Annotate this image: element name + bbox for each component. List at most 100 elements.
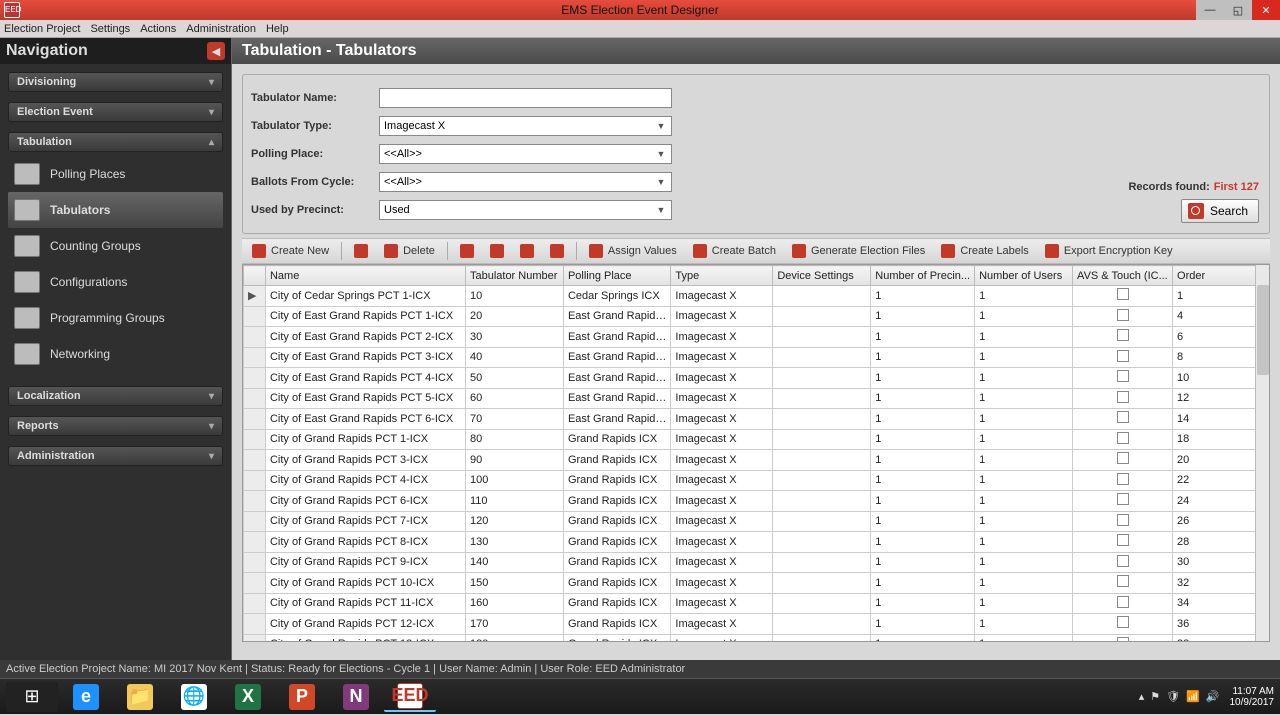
sort-alt-button[interactable] <box>544 240 570 262</box>
taskbar-powerpoint[interactable]: P <box>276 682 328 712</box>
checkbox-icon[interactable] <box>1117 391 1129 403</box>
taskbar-onenote[interactable]: N <box>330 682 382 712</box>
row-selector[interactable] <box>244 511 266 532</box>
checkbox-icon[interactable] <box>1117 411 1129 423</box>
assign-values-button[interactable]: Assign Values <box>583 240 683 262</box>
section-reports[interactable]: Reports▾ <box>8 416 223 436</box>
table-row[interactable]: City of Grand Rapids PCT 6-ICX110Grand R… <box>244 491 1269 512</box>
scrollbar-thumb[interactable] <box>1257 285 1269 375</box>
delete-button[interactable]: Delete <box>378 240 441 262</box>
table-row[interactable]: ▶City of Cedar Springs PCT 1-ICX10Cedar … <box>244 286 1269 307</box>
row-selector[interactable] <box>244 368 266 389</box>
cell-avs[interactable] <box>1073 491 1173 512</box>
export-encryption-key-button[interactable]: Export Encryption Key <box>1039 240 1179 262</box>
sidebar-item-polling-places[interactable]: Polling Places <box>8 156 223 192</box>
close-button[interactable]: ✕ <box>1252 0 1280 20</box>
section-administration[interactable]: Administration▾ <box>8 446 223 466</box>
row-selector[interactable] <box>244 614 266 635</box>
tabulator-name-input[interactable] <box>379 88 672 108</box>
sidebar-item-tabulators[interactable]: Tabulators <box>8 192 223 228</box>
menu-settings[interactable]: Settings <box>90 23 130 35</box>
taskbar-explorer[interactable]: 📁 <box>114 682 166 712</box>
taskbar-excel[interactable]: X <box>222 682 274 712</box>
polling-place-select[interactable]: <<All>>▼ <box>379 144 672 164</box>
col-tabulator-number[interactable]: Tabulator Number <box>465 266 563 286</box>
cell-avs[interactable] <box>1073 470 1173 491</box>
row-selector[interactable] <box>244 634 266 642</box>
checkbox-icon[interactable] <box>1117 575 1129 587</box>
menu-administration[interactable]: Administration <box>186 23 256 35</box>
menu-help[interactable]: Help <box>266 23 289 35</box>
sidebar-item-configurations[interactable]: Configurations <box>8 264 223 300</box>
checkbox-icon[interactable] <box>1117 555 1129 567</box>
tray-volume-icon[interactable]: 🔊 <box>1206 690 1220 703</box>
checkbox-icon[interactable] <box>1117 329 1129 341</box>
table-row[interactable]: City of Grand Rapids PCT 8-ICX130Grand R… <box>244 532 1269 553</box>
table-row[interactable]: City of Grand Rapids PCT 1-ICX80Grand Ra… <box>244 429 1269 450</box>
row-selector[interactable] <box>244 532 266 553</box>
sidebar-item-networking[interactable]: Networking <box>8 336 223 372</box>
grid-scrollbar[interactable] <box>1255 265 1269 641</box>
cell-avs[interactable] <box>1073 388 1173 409</box>
table-row[interactable]: City of East Grand Rapids PCT 6-ICX70Eas… <box>244 409 1269 430</box>
table-row[interactable]: City of East Grand Rapids PCT 1-ICX20Eas… <box>244 306 1269 327</box>
table-row[interactable]: City of East Grand Rapids PCT 5-ICX60Eas… <box>244 388 1269 409</box>
minimize-button[interactable]: — <box>1196 0 1224 20</box>
sidebar-item-counting-groups[interactable]: Counting Groups <box>8 228 223 264</box>
checkbox-icon[interactable] <box>1117 370 1129 382</box>
create-batch-button[interactable]: Create Batch <box>687 240 782 262</box>
col-avs-touch[interactable]: AVS & Touch (IC... <box>1073 266 1173 286</box>
table-row[interactable]: City of Grand Rapids PCT 3-ICX90Grand Ra… <box>244 450 1269 471</box>
menu-election-project[interactable]: Election Project <box>4 23 80 35</box>
row-selector[interactable] <box>244 306 266 327</box>
sort-button[interactable] <box>514 240 540 262</box>
table-row[interactable]: City of Grand Rapids PCT 4-ICX100Grand R… <box>244 470 1269 491</box>
table-row[interactable]: City of East Grand Rapids PCT 4-ICX50Eas… <box>244 368 1269 389</box>
col-selector[interactable] <box>244 266 266 286</box>
table-row[interactable]: City of Grand Rapids PCT 12-ICX170Grand … <box>244 614 1269 635</box>
col-type[interactable]: Type <box>671 266 773 286</box>
table-row[interactable]: City of East Grand Rapids PCT 2-ICX30Eas… <box>244 327 1269 348</box>
cell-avs[interactable] <box>1073 429 1173 450</box>
checkbox-icon[interactable] <box>1117 596 1129 608</box>
col-name[interactable]: Name <box>265 266 465 286</box>
checkbox-icon[interactable] <box>1117 493 1129 505</box>
row-selector[interactable] <box>244 409 266 430</box>
taskbar-clock[interactable]: 11:07 AM 10/9/2017 <box>1230 686 1275 708</box>
used-by-precinct-select[interactable]: Used▼ <box>379 200 672 220</box>
system-tray[interactable]: ▴ ⚑ 🛡 📶 🔊 <box>1139 690 1220 703</box>
move-up-button[interactable] <box>454 240 480 262</box>
row-selector[interactable] <box>244 593 266 614</box>
table-row[interactable]: City of Grand Rapids PCT 11-ICX160Grand … <box>244 593 1269 614</box>
maximize-button[interactable]: ◱ <box>1224 0 1252 20</box>
tray-flag-icon[interactable]: ⚑ <box>1150 690 1160 703</box>
cell-avs[interactable] <box>1073 409 1173 430</box>
row-selector[interactable] <box>244 573 266 594</box>
section-divisioning[interactable]: Divisioning▾ <box>8 72 223 92</box>
cell-avs[interactable] <box>1073 511 1173 532</box>
checkbox-icon[interactable] <box>1117 473 1129 485</box>
row-selector[interactable] <box>244 470 266 491</box>
row-selector[interactable] <box>244 429 266 450</box>
cell-avs[interactable] <box>1073 306 1173 327</box>
tray-chevron-icon[interactable]: ▴ <box>1139 690 1145 703</box>
checkbox-icon[interactable] <box>1117 452 1129 464</box>
row-selector[interactable] <box>244 491 266 512</box>
section-localization[interactable]: Localization▾ <box>8 386 223 406</box>
menu-actions[interactable]: Actions <box>140 23 176 35</box>
row-selector[interactable] <box>244 327 266 348</box>
move-down-button[interactable] <box>484 240 510 262</box>
create-new-button[interactable]: Create New <box>246 240 335 262</box>
row-selector[interactable] <box>244 552 266 573</box>
table-row[interactable]: City of East Grand Rapids PCT 3-ICX40Eas… <box>244 347 1269 368</box>
cell-avs[interactable] <box>1073 368 1173 389</box>
taskbar-eed[interactable]: EED <box>384 682 436 712</box>
checkbox-icon[interactable] <box>1117 288 1129 300</box>
row-selector[interactable] <box>244 450 266 471</box>
tray-network-icon[interactable]: 📶 <box>1186 690 1200 703</box>
cell-avs[interactable] <box>1073 347 1173 368</box>
row-selector[interactable] <box>244 347 266 368</box>
col-device-settings[interactable]: Device Settings <box>773 266 871 286</box>
section-election-event[interactable]: Election Event▾ <box>8 102 223 122</box>
generate-election-files-button[interactable]: Generate Election Files <box>786 240 931 262</box>
